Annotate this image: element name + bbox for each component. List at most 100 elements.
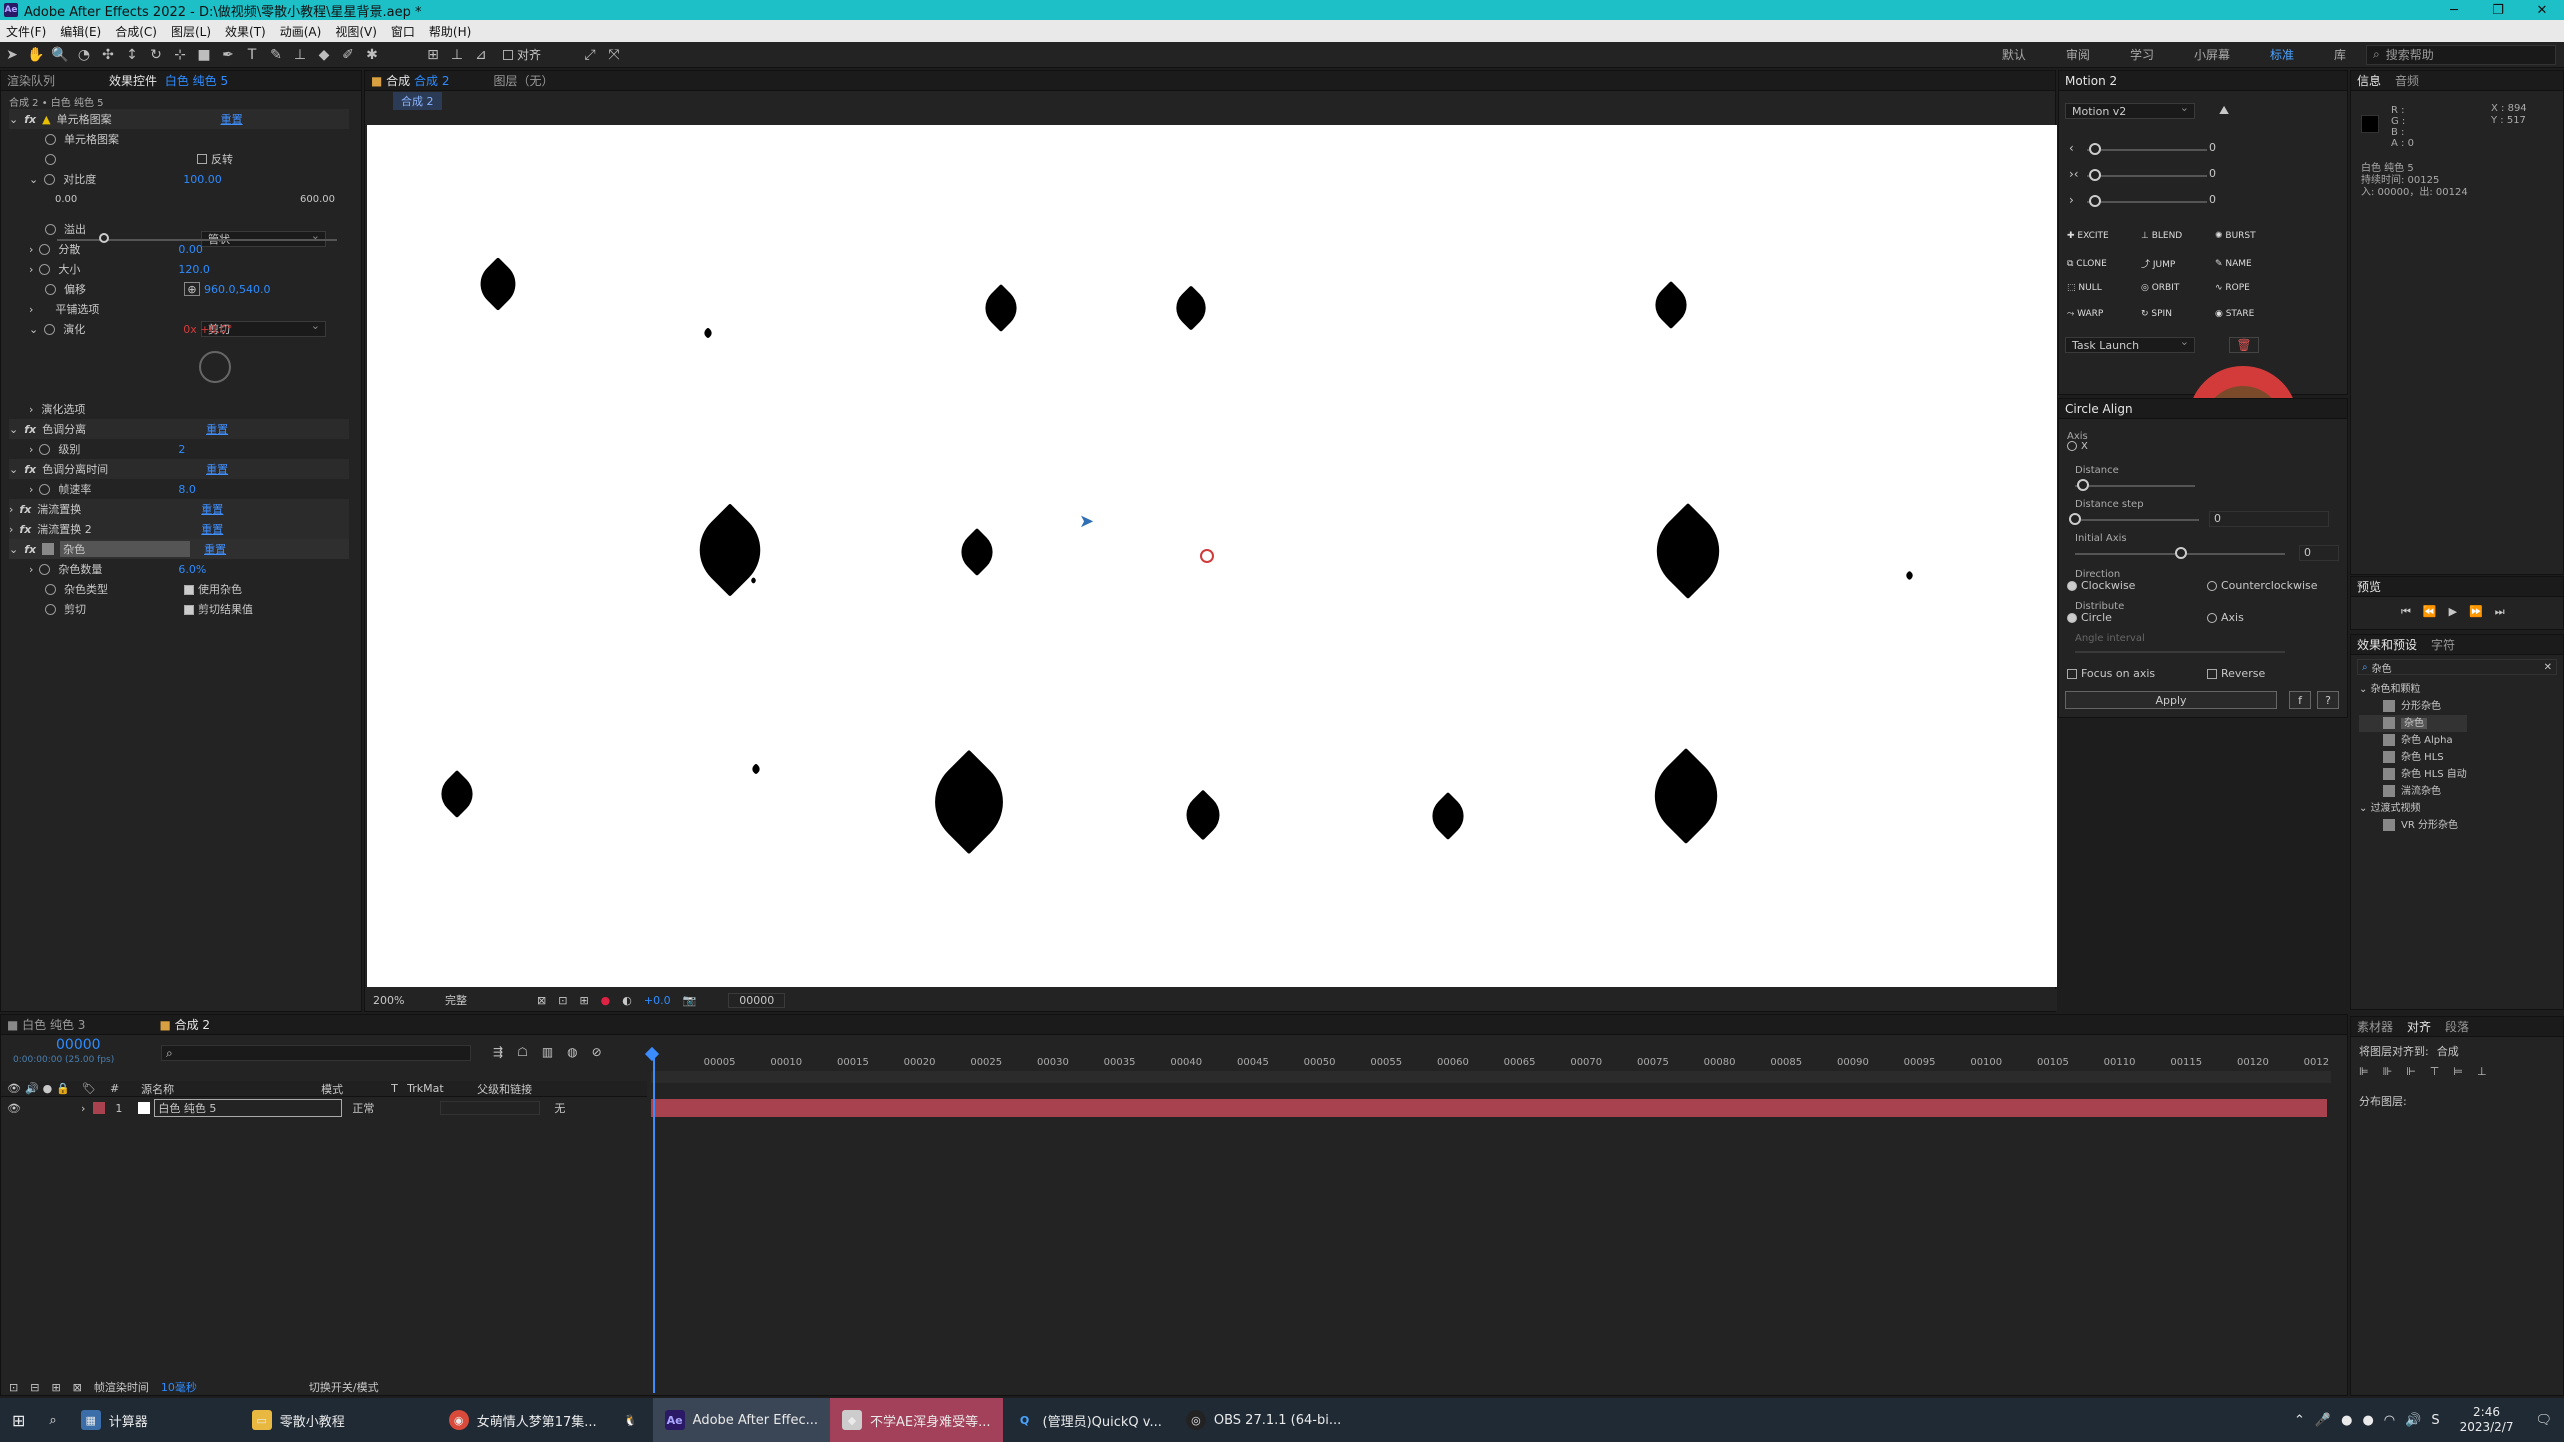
initial-axis-input[interactable]: 0 (2299, 545, 2339, 561)
channel-icon[interactable]: ● (601, 994, 611, 1007)
menu-file[interactable]: 文件(F) (6, 23, 46, 40)
motion-slider-knob[interactable] (2089, 195, 2101, 207)
eraser-tool-icon[interactable]: ◆ (315, 46, 333, 64)
tab-layer[interactable]: 图层（无） (493, 72, 553, 89)
help-button[interactable]: ? (2317, 691, 2339, 709)
volume-icon[interactable]: 🔊 (2405, 1413, 2421, 1428)
taskbar-obs[interactable]: ◎ OBS 27.1.1 (64-bi... (1174, 1398, 1353, 1442)
graph-editor-icon[interactable]: ⊘ (592, 1045, 602, 1059)
offset-value[interactable]: 960.0,540.0 (204, 283, 270, 296)
apply-button[interactable]: Apply (2065, 691, 2277, 709)
motion-slider-1[interactable] (2087, 149, 2207, 151)
size-value[interactable]: 120.0 (178, 263, 210, 276)
counterclockwise-radio[interactable]: Counterclockwise (2207, 579, 2318, 592)
preset-item[interactable]: 杂色 (2359, 715, 2467, 732)
resolution-dropdown[interactable]: 完整 (445, 992, 525, 1008)
layer-row[interactable]: 👁 › 1 白色 纯色 5 正常 无 (1, 1099, 647, 1117)
align-vcenter-icon[interactable]: ⊨ (2453, 1065, 2463, 1078)
zoom-tool-icon[interactable]: 🔍 (51, 46, 69, 64)
workspace-review[interactable]: 审阅 (2066, 46, 2090, 63)
tab-paragraph[interactable]: 段落 (2445, 1018, 2469, 1035)
distance-slider-knob[interactable] (2077, 479, 2089, 491)
dolly-camera-icon[interactable]: ↕ (123, 46, 141, 64)
disperse-value[interactable]: 0.00 (178, 243, 203, 256)
distance-step-slider[interactable] (2069, 519, 2199, 521)
level-value[interactable]: 2 (178, 443, 185, 456)
reset-link[interactable]: 重置 (221, 111, 243, 127)
tray-app-icon[interactable]: ● (2341, 1413, 2352, 1428)
focus-on-axis-checkbox[interactable]: Focus on axis (2067, 667, 2155, 680)
reset-link[interactable]: 重置 (201, 521, 223, 537)
preset-item[interactable]: 杂色 HLS (2359, 749, 2467, 766)
stopwatch-icon[interactable] (45, 223, 56, 235)
toggle-panel-icon[interactable]: ⊞ (51, 1381, 60, 1394)
rope-button[interactable]: ∿ ROPE (2215, 283, 2285, 293)
roto-brush-icon[interactable]: ✐ (339, 46, 357, 64)
snap-icon[interactable]: ⤢ (581, 46, 599, 64)
tray-chevron-icon[interactable]: ⌃ (2294, 1413, 2305, 1428)
guides-icon[interactable]: ⊞ (579, 994, 588, 1007)
stopwatch-icon[interactable] (39, 443, 51, 455)
layer-duration-bar[interactable] (651, 1099, 2327, 1117)
framerate-value[interactable]: 8.0 (178, 483, 196, 496)
first-frame-icon[interactable]: ⏮ (2401, 605, 2411, 619)
expression-button[interactable]: f (2289, 691, 2311, 709)
taskbar-folder[interactable]: ▭ 零散小教程 (240, 1398, 357, 1442)
effect-turbulent-displace-2[interactable]: › fx 湍流置换 2 重置 (9, 519, 349, 539)
toggle-panel-icon[interactable]: ⊠ (73, 1381, 82, 1394)
clock[interactable]: 2:46 2023/2/7 (2460, 1405, 2514, 1435)
contrast-value[interactable]: 100.00 (183, 173, 222, 186)
clone-stamp-icon[interactable]: ⊥ (291, 46, 309, 64)
stopwatch-icon[interactable] (39, 243, 51, 255)
menu-layer[interactable]: 图层(L) (171, 23, 211, 40)
motion-version-dropdown[interactable]: Motion v2 (2065, 101, 2195, 119)
preset-item[interactable]: 杂色 Alpha (2359, 732, 2467, 749)
null-button[interactable]: ⬚ NULL (2067, 283, 2137, 293)
align-bottom-icon[interactable]: ⊥ (2477, 1065, 2487, 1078)
close-button[interactable]: ✕ (2520, 3, 2564, 18)
play-icon[interactable]: ▶ (2449, 605, 2457, 619)
timecode-display[interactable]: 00000 (728, 992, 786, 1008)
reset-link[interactable]: 重置 (206, 421, 228, 437)
visibility-icon[interactable]: 👁 (7, 1102, 21, 1115)
preset-item[interactable]: VR 分形杂色 (2359, 817, 2467, 834)
start-button[interactable]: ⊞ (0, 1398, 37, 1442)
comp-canvas[interactable]: ➤ (367, 125, 2057, 987)
reset-link[interactable]: 重置 (206, 461, 228, 477)
parent-dropdown[interactable]: 无 (554, 1100, 634, 1116)
blend-button[interactable]: ⊥ BLEND (2141, 231, 2211, 241)
shy-icon[interactable]: ☖ (517, 1045, 528, 1059)
clear-search-icon[interactable]: ✕ (2544, 662, 2552, 673)
stopwatch-icon[interactable] (39, 563, 51, 575)
distance-step-input[interactable]: 0 (2209, 511, 2329, 527)
evolution-options-group[interactable]: › 演化选项 (29, 399, 85, 419)
tile-options-group[interactable]: › 平铺选项 (29, 299, 99, 319)
effect-posterize-time[interactable]: ⌄ fx 色调分离时间 重置 (9, 459, 349, 479)
tab-audio[interactable]: 音频 (2395, 72, 2419, 89)
stopwatch-icon[interactable] (45, 153, 56, 165)
taskbar-qq[interactable]: 🐧 (609, 1398, 653, 1442)
menu-animation[interactable]: 动画(A) (280, 23, 322, 40)
presets-search-input[interactable]: ⌕ 杂色 ✕ (2357, 659, 2557, 675)
stare-button[interactable]: ◉ STARE (2215, 309, 2285, 319)
anchor-point-icon[interactable] (1200, 549, 1214, 563)
excite-button[interactable]: ✚ EXCITE (2067, 231, 2137, 241)
tab-effects-presets[interactable]: 效果和预设 (2357, 636, 2417, 653)
toggle-panel-icon[interactable]: ⊡ (9, 1381, 18, 1394)
taskbar-after-effects[interactable]: Ae Adobe After Effec... (652, 1398, 830, 1442)
angle-interval-slider[interactable] (2075, 651, 2285, 653)
reverse-checkbox[interactable]: Reverse (2207, 667, 2265, 680)
lock-icon[interactable]: 🔒 (56, 1082, 70, 1095)
taskbar-chrome[interactable]: ◉ 女萌情人梦第17集... (437, 1398, 609, 1442)
solo-icon[interactable]: ● (43, 1082, 53, 1095)
align-hcenter-icon[interactable]: ⊪ (2383, 1065, 2393, 1078)
crosshair-icon[interactable]: ⊕ (184, 282, 200, 296)
clockwise-radio[interactable]: Clockwise (2067, 579, 2135, 592)
toggle-switches-modes[interactable]: 切换开关/模式 (309, 1379, 379, 1395)
next-frame-icon[interactable]: ⏩ (2469, 605, 2483, 619)
tray-app-icon[interactable]: S (2431, 1413, 2439, 1428)
effect-turbulent-displace[interactable]: › fx 湍流置换 重置 (9, 499, 349, 519)
taskbar-video-app[interactable]: ◆ 不学AE浑身难受等... (830, 1398, 1003, 1442)
use-noise-checkbox[interactable]: 使用杂色 (184, 581, 242, 597)
wifi-icon[interactable]: ◠ (2384, 1413, 2395, 1428)
